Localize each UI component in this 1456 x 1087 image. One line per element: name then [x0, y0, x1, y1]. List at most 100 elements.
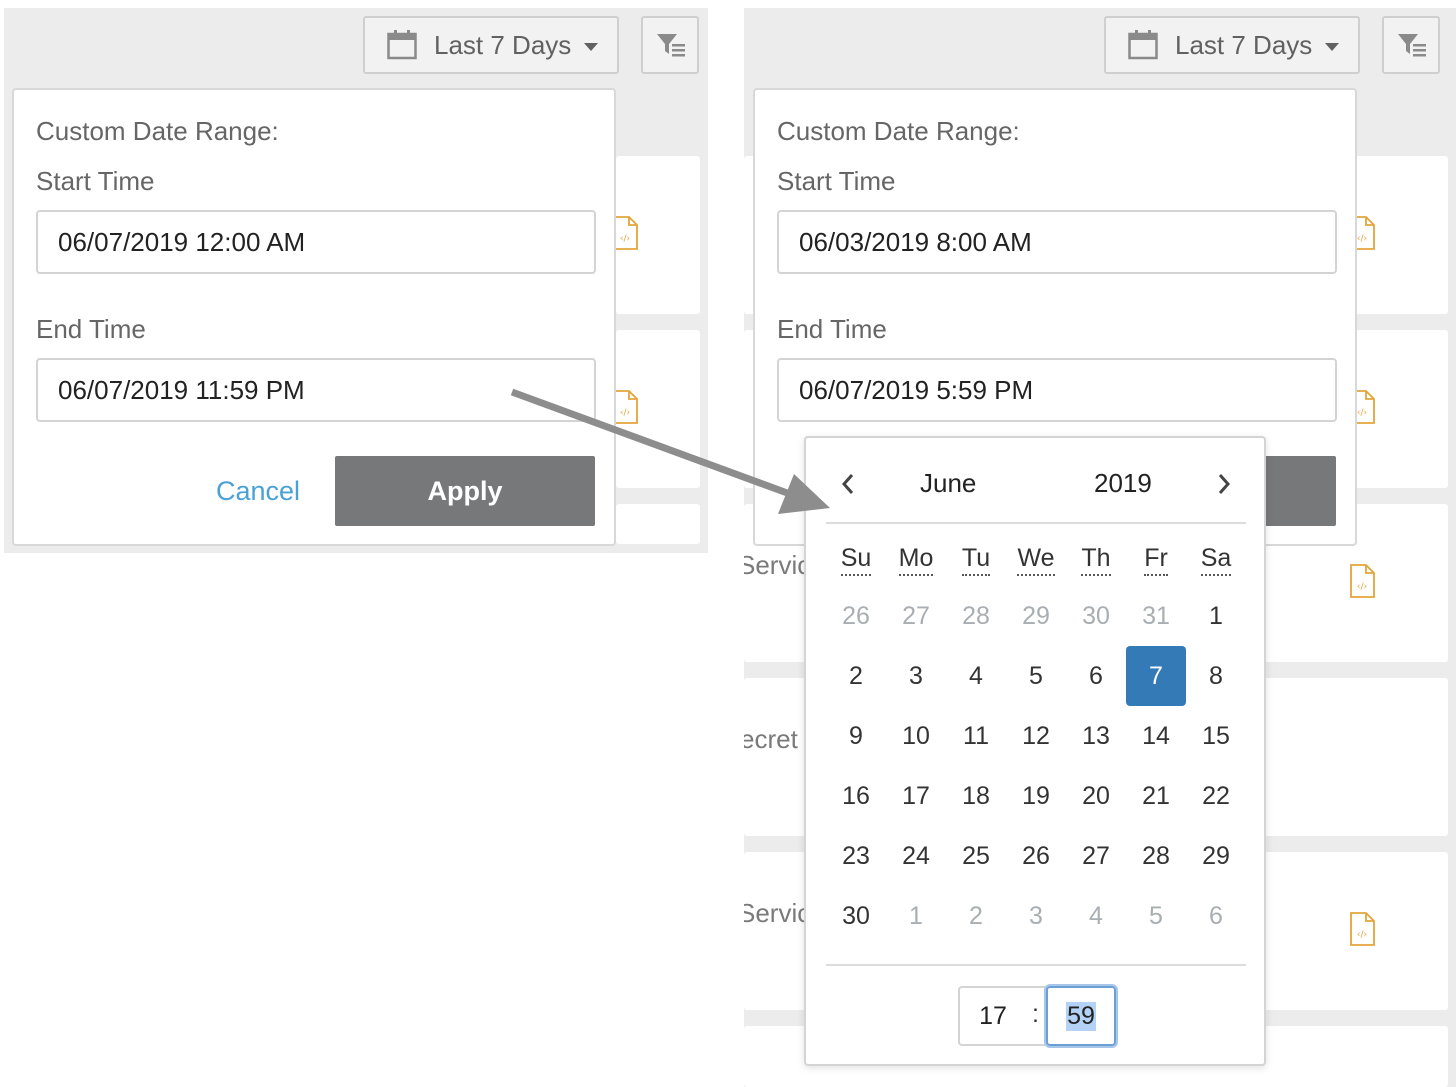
calendar-day[interactable]: 14 [1126, 706, 1186, 766]
list-item-name: ecret [744, 724, 798, 754]
minute-value: 59 [1066, 1001, 1096, 1031]
end-time-label: End Time [777, 314, 887, 344]
svg-text:‹/›: ‹/› [1357, 582, 1367, 592]
calendar-day[interactable]: 21 [1126, 766, 1186, 826]
calendar-day[interactable]: 4 [1066, 886, 1126, 946]
calendar-day[interactable]: 10 [886, 706, 946, 766]
start-time-value: 06/07/2019 12:00 AM [58, 226, 306, 257]
calendar-day[interactable]: 17 [886, 766, 946, 826]
calendar-day[interactable]: 6 [1186, 886, 1246, 946]
svg-text:‹/›: ‹/› [620, 234, 630, 244]
end-time-value: 06/07/2019 5:59 PM [799, 374, 1034, 405]
weekday-label: Th [1066, 544, 1126, 576]
calendar-day[interactable]: 30 [826, 886, 886, 946]
calendar-day[interactable]: 12 [1006, 706, 1066, 766]
svg-text:‹/›: ‹/› [1357, 234, 1367, 244]
calendar-month[interactable]: June [920, 468, 976, 499]
svg-text:‹/›: ‹/› [1357, 408, 1367, 418]
dropdown-title: Custom Date Range: [777, 116, 1020, 146]
end-time-value: 06/07/2019 11:59 PM [58, 374, 305, 405]
chevron-right-icon[interactable] [1214, 472, 1234, 496]
filter-button[interactable] [1382, 16, 1440, 74]
divider [826, 522, 1246, 524]
calendar-day[interactable]: 5 [1006, 646, 1066, 706]
svg-text:‹/›: ‹/› [1357, 930, 1367, 940]
divider [826, 964, 1246, 966]
weekday-label: We [1006, 544, 1066, 576]
calendar-day[interactable]: 1 [1186, 586, 1246, 646]
weekday-label: Mo [886, 544, 946, 576]
hour-value: 17 [979, 1001, 1007, 1030]
calendar-day[interactable]: 19 [1006, 766, 1066, 826]
weekday-label: Sa [1186, 544, 1246, 576]
weekday-label: Fr [1126, 544, 1186, 576]
cancel-button[interactable]: Cancel [216, 476, 300, 507]
calendar-day[interactable]: 20 [1066, 766, 1126, 826]
apply-button[interactable]: Apply [335, 456, 595, 526]
calendar-day[interactable]: 27 [886, 586, 946, 646]
calendar-day[interactable]: 30 [1066, 586, 1126, 646]
calendar-day[interactable]: 22 [1186, 766, 1246, 826]
calendar-day[interactable]: 31 [1126, 586, 1186, 646]
chevron-left-icon[interactable] [838, 472, 858, 496]
weekday-label: Su [826, 544, 886, 576]
calendar-day[interactable]: 1 [886, 886, 946, 946]
start-time-label: Start Time [777, 166, 896, 196]
calendar-day[interactable]: 28 [1126, 826, 1186, 886]
calendar-day[interactable]: 26 [1006, 826, 1066, 886]
list-item-name: Servic [744, 550, 811, 580]
calendar-day[interactable]: 28 [946, 586, 1006, 646]
calendar-day[interactable]: 4 [946, 646, 1006, 706]
start-time-label: Start Time [36, 166, 155, 196]
calendar-day[interactable]: 16 [826, 766, 886, 826]
date-range-button[interactable]: Last 7 Days [363, 16, 619, 74]
calendar-day[interactable]: 27 [1066, 826, 1126, 886]
code-file-icon: ‹/› [1350, 564, 1375, 598]
calendar-day[interactable]: 3 [886, 646, 946, 706]
calendar-day[interactable]: 24 [886, 826, 946, 886]
calendar-day[interactable]: 9 [826, 706, 886, 766]
filter-list-icon [657, 34, 685, 57]
calendar-day[interactable]: 25 [946, 826, 1006, 886]
end-time-input[interactable]: 06/07/2019 5:59 PM [777, 358, 1337, 422]
calendar-year[interactable]: 2019 [1094, 468, 1152, 499]
calendar-day[interactable]: 5 [1126, 886, 1186, 946]
time-separator: : [1032, 1000, 1039, 1028]
calendar-day[interactable]: 2 [826, 646, 886, 706]
calendar-day[interactable]: 13 [1066, 706, 1126, 766]
calendar-day[interactable]: 8 [1186, 646, 1246, 706]
caret-down-icon [584, 43, 598, 51]
calendar-day[interactable]: 29 [1186, 826, 1246, 886]
left-panel: Last 7 Days ‹/› ‹/› Custom Date Range: S… [0, 0, 710, 1087]
calendar-day[interactable]: 15 [1186, 706, 1246, 766]
weekday-label: Tu [946, 544, 1006, 576]
start-time-input[interactable]: 06/03/2019 8:00 AM [777, 210, 1337, 274]
caret-down-icon [1325, 43, 1339, 51]
calendar-day[interactable]: 2 [946, 886, 1006, 946]
list-item-name: Servic [744, 898, 811, 928]
list-item [616, 504, 700, 544]
end-time-input[interactable]: 06/07/2019 11:59 PM [36, 358, 596, 422]
custom-date-range-dropdown: Custom Date Range: Start Time 06/07/2019… [12, 88, 616, 546]
calendar-icon [1128, 30, 1158, 60]
calendar-day[interactable]: 11 [946, 706, 1006, 766]
calendar-day[interactable]: 26 [826, 586, 886, 646]
calendar-day[interactable]: 6 [1066, 646, 1126, 706]
svg-text:‹/›: ‹/› [620, 408, 630, 418]
calendar-day[interactable]: 29 [1006, 586, 1066, 646]
calendar-day[interactable]: 23 [826, 826, 886, 886]
calendar-day[interactable]: 3 [1006, 886, 1066, 946]
filter-list-icon [1398, 34, 1426, 57]
end-time-label: End Time [36, 314, 146, 344]
minute-input[interactable]: 59 [1046, 986, 1116, 1046]
start-time-input[interactable]: 06/07/2019 12:00 AM [36, 210, 596, 274]
date-range-button[interactable]: Last 7 Days [1104, 16, 1360, 74]
date-range-label: Last 7 Days [434, 30, 572, 60]
date-range-label: Last 7 Days [1175, 30, 1313, 60]
calendar-icon [387, 30, 417, 60]
calendar-day[interactable]: 7 [1126, 646, 1186, 706]
dropdown-title: Custom Date Range: [36, 116, 279, 146]
filter-button[interactable] [641, 16, 699, 74]
calendar-day[interactable]: 18 [946, 766, 1006, 826]
code-file-icon: ‹/› [1350, 912, 1375, 946]
